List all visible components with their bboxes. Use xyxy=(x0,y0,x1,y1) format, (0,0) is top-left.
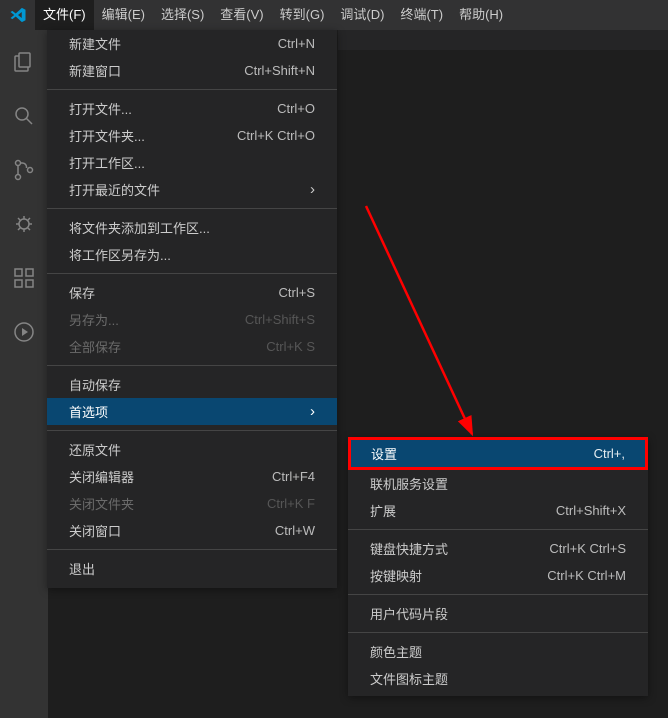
pref-submenu-separator xyxy=(348,594,648,595)
pref-submenu-item-0[interactable]: 设置 Ctrl+, xyxy=(348,437,648,470)
file-menu-item-shortcut: Ctrl+S xyxy=(279,285,315,300)
file-menu-item-shortcut: Ctrl+K F xyxy=(267,496,315,511)
file-menu-item-label: 关闭窗口 xyxy=(69,521,121,540)
pref-submenu-item-shortcut: Ctrl+K Ctrl+S xyxy=(549,541,626,556)
pref-submenu-item-label: 设置 xyxy=(371,444,397,463)
chevron-right-icon: › xyxy=(310,404,315,419)
preferences-submenu: 设置 Ctrl+, 联机服务设置扩展 Ctrl+Shift+X 键盘快捷方式 Ctrl+K… xyxy=(348,437,648,696)
file-menu-separator xyxy=(47,365,337,366)
pref-submenu-item-2[interactable]: 扩展 Ctrl+Shift+X xyxy=(348,497,648,524)
file-menu-item-shortcut: Ctrl+O xyxy=(277,101,315,116)
pref-submenu-separator xyxy=(348,632,648,633)
file-menu-item-12: 另存为... Ctrl+Shift+S xyxy=(47,306,337,333)
vscode-icon xyxy=(9,6,27,24)
file-menu-dropdown: 新建文件Ctrl+N新建窗口Ctrl+Shift+N打开文件...Ctrl+O打… xyxy=(47,30,337,588)
explorer-icon[interactable] xyxy=(0,38,48,86)
chevron-right-icon: › xyxy=(310,182,315,197)
file-menu-item-23[interactable]: 退出 xyxy=(47,555,337,582)
tabs-bar xyxy=(338,30,668,50)
file-menu-item-label: 打开文件... xyxy=(69,99,132,118)
pref-submenu-item-shortcut: Ctrl+, xyxy=(594,446,625,461)
file-menu-item-19[interactable]: 关闭编辑器 Ctrl+F4 xyxy=(47,463,337,490)
pref-submenu-item-9[interactable]: 颜色主题 xyxy=(348,638,648,665)
file-menu-item-1[interactable]: 新建窗口 Ctrl+Shift+N xyxy=(47,57,337,84)
file-menu-item-label: 打开文件夹... xyxy=(69,126,145,145)
file-menu-item-label: 退出 xyxy=(69,559,95,578)
pref-submenu-item-5[interactable]: 按键映射 Ctrl+K Ctrl+M xyxy=(348,562,648,589)
file-menu-item-label: 新建窗口 xyxy=(69,61,121,80)
file-menu-item-shortcut: Ctrl+K S xyxy=(266,339,315,354)
pref-submenu-item-label: 用户代码片段 xyxy=(370,604,448,623)
file-menu-item-9[interactable]: 将工作区另存为... xyxy=(47,241,337,268)
file-menu-item-16[interactable]: 首选项 › xyxy=(47,398,337,425)
pref-submenu-item-shortcut: Ctrl+K Ctrl+M xyxy=(547,568,626,583)
pref-submenu-item-label: 联机服务设置 xyxy=(370,474,448,493)
file-menu-separator xyxy=(47,89,337,90)
file-menu-item-label: 关闭编辑器 xyxy=(69,467,134,486)
file-menu-item-21[interactable]: 关闭窗口 Ctrl+W xyxy=(47,517,337,544)
menubar: 文件(F) 编辑(E) 选择(S) 查看(V) 转到(G) 调试(D) 终端(T… xyxy=(35,0,511,30)
file-menu-item-18[interactable]: 还原文件 xyxy=(47,436,337,463)
file-menu-separator xyxy=(47,430,337,431)
menu-terminal[interactable]: 终端(T) xyxy=(392,0,451,30)
menu-select[interactable]: 选择(S) xyxy=(153,0,212,30)
file-menu-item-4[interactable]: 打开文件夹... Ctrl+K Ctrl+O xyxy=(47,122,337,149)
pref-submenu-item-1[interactable]: 联机服务设置 xyxy=(348,470,648,497)
file-menu-item-label: 新建文件 xyxy=(69,34,121,53)
pref-submenu-item-label: 扩展 xyxy=(370,501,396,520)
file-menu-item-label: 将文件夹添加到工作区... xyxy=(69,218,210,237)
file-menu-item-label: 打开工作区... xyxy=(69,153,145,172)
pref-submenu-item-label: 键盘快捷方式 xyxy=(370,539,448,558)
file-menu-item-shortcut: Ctrl+K Ctrl+O xyxy=(237,128,315,143)
pref-submenu-item-label: 颜色主题 xyxy=(370,642,422,661)
file-menu-separator xyxy=(47,273,337,274)
file-menu-item-shortcut: Ctrl+N xyxy=(278,36,315,51)
source-control-icon[interactable] xyxy=(0,146,48,194)
titlebar: 文件(F) 编辑(E) 选择(S) 查看(V) 转到(G) 调试(D) 终端(T… xyxy=(0,0,668,30)
pref-submenu-item-shortcut: Ctrl+Shift+X xyxy=(556,503,626,518)
file-menu-item-label: 关闭文件夹 xyxy=(69,494,134,513)
pref-submenu-item-label: 按键映射 xyxy=(370,566,422,585)
activitybar xyxy=(0,30,48,718)
file-menu-separator xyxy=(47,549,337,550)
file-menu-item-label: 全部保存 xyxy=(69,337,121,356)
file-menu-item-3[interactable]: 打开文件... Ctrl+O xyxy=(47,95,337,122)
menu-help[interactable]: 帮助(H) xyxy=(451,0,511,30)
file-menu-item-shortcut: Ctrl+Shift+S xyxy=(245,312,315,327)
menu-view[interactable]: 查看(V) xyxy=(212,0,271,30)
pref-submenu-item-7[interactable]: 用户代码片段 xyxy=(348,600,648,627)
file-menu-item-8[interactable]: 将文件夹添加到工作区... xyxy=(47,214,337,241)
pref-submenu-separator xyxy=(348,529,648,530)
file-menu-separator xyxy=(47,208,337,209)
file-menu-item-label: 还原文件 xyxy=(69,440,121,459)
menu-edit[interactable]: 编辑(E) xyxy=(94,0,153,30)
file-menu-item-5[interactable]: 打开工作区... xyxy=(47,149,337,176)
file-menu-item-11[interactable]: 保存 Ctrl+S xyxy=(47,279,337,306)
file-menu-item-6[interactable]: 打开最近的文件 › xyxy=(47,176,337,203)
file-menu-item-label: 自动保存 xyxy=(69,375,121,394)
pref-submenu-item-4[interactable]: 键盘快捷方式 Ctrl+K Ctrl+S xyxy=(348,535,648,562)
search-icon[interactable] xyxy=(0,92,48,140)
menu-file[interactable]: 文件(F) xyxy=(35,0,94,30)
menu-goto[interactable]: 转到(G) xyxy=(272,0,333,30)
file-menu-item-13: 全部保存 Ctrl+K S xyxy=(47,333,337,360)
extensions-icon[interactable] xyxy=(0,254,48,302)
file-menu-item-20: 关闭文件夹 Ctrl+K F xyxy=(47,490,337,517)
file-menu-item-0[interactable]: 新建文件 Ctrl+N xyxy=(47,30,337,57)
pref-submenu-item-10[interactable]: 文件图标主题 xyxy=(348,665,648,692)
file-menu-item-label: 保存 xyxy=(69,283,95,302)
timeline-icon[interactable] xyxy=(0,308,48,356)
file-menu-item-shortcut: Ctrl+Shift+N xyxy=(244,63,315,78)
file-menu-item-label: 另存为... xyxy=(69,310,119,329)
debug-icon[interactable] xyxy=(0,200,48,248)
file-menu-item-shortcut: Ctrl+W xyxy=(275,523,315,538)
file-menu-item-label: 将工作区另存为... xyxy=(69,245,171,264)
file-menu-item-15[interactable]: 自动保存 xyxy=(47,371,337,398)
pref-submenu-item-label: 文件图标主题 xyxy=(370,669,448,688)
app-logo xyxy=(0,0,35,30)
file-menu-item-shortcut: Ctrl+F4 xyxy=(272,469,315,484)
menu-debug[interactable]: 调试(D) xyxy=(332,0,392,30)
file-menu-item-label: 首选项 xyxy=(69,402,108,421)
file-menu-item-label: 打开最近的文件 xyxy=(69,180,160,199)
